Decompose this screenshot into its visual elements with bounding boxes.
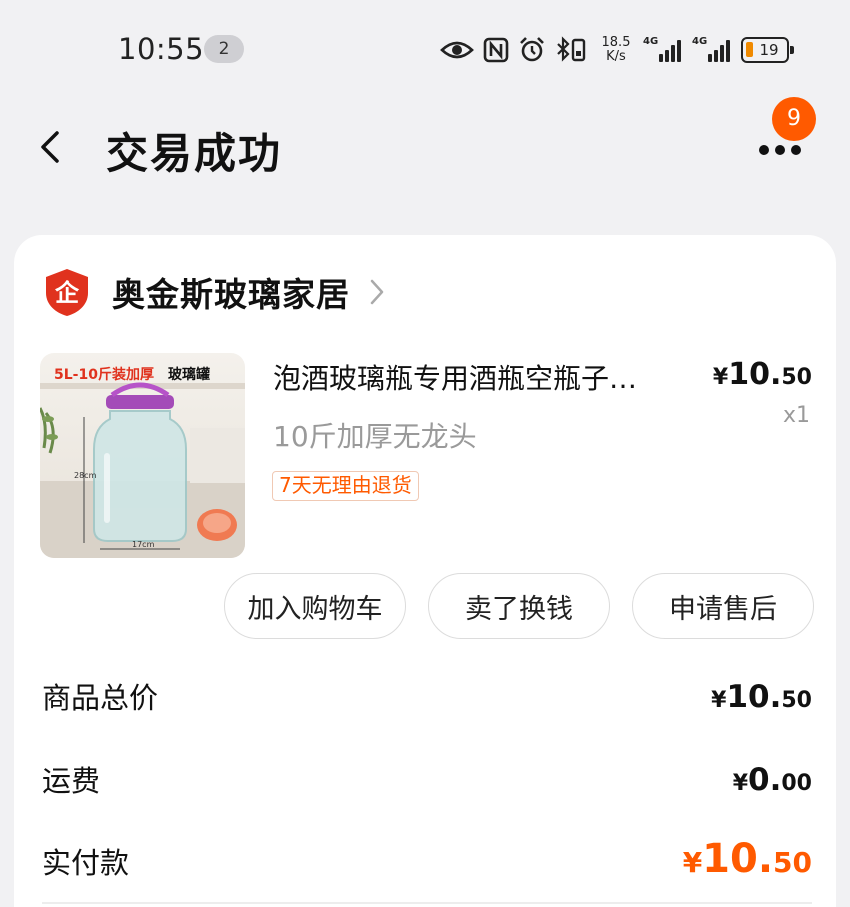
status-time: 10:55 [118, 32, 205, 66]
notification-count-badge: 2 [204, 35, 244, 63]
battery-level: 19 [759, 41, 779, 59]
svg-text:28cm: 28cm [74, 471, 97, 480]
svg-text:玻璃罐: 玻璃罐 [168, 366, 210, 383]
status-bar: 10:55 2 18.5 K/s 4G 4G 19 [0, 0, 850, 100]
after-sales-button[interactable]: 申请售后 [632, 573, 814, 639]
shipping-label: 运费 [42, 764, 101, 798]
page-title: 交易成功 [106, 129, 283, 178]
network-speed-value: 18.5 [601, 35, 631, 50]
chevron-right-icon [370, 279, 384, 305]
return-policy-tag: 7天无理由退货 [272, 471, 419, 501]
nfc-icon [483, 37, 509, 63]
product-quantity: x1 [782, 403, 810, 428]
chevron-left-icon [41, 131, 59, 163]
product-price: ¥10.50 [712, 357, 812, 392]
shipping-row: 运费 ¥0.00 [42, 758, 812, 804]
add-to-cart-button[interactable]: 加入购物车 [224, 573, 406, 639]
network-speed: 18.5 K/s [598, 36, 634, 64]
total-price-row: 商品总价 ¥10.50 [42, 675, 812, 721]
product-spec: 10斤加厚无龙头 [273, 420, 477, 453]
alarm-icon [518, 36, 546, 64]
message-count-badge: 9 [772, 97, 816, 141]
signal-icon: 4G [643, 36, 683, 64]
bluetooth-vibrate-icon [555, 36, 589, 64]
shop-name: 奥金斯玻璃家居 [112, 275, 350, 314]
status-icons: 18.5 K/s 4G 4G 19 [440, 30, 794, 70]
product-image[interactable]: 5L-10斤装加厚 玻璃罐 28cm 17cm [40, 353, 245, 558]
total-price-value: ¥10.50 [711, 679, 812, 715]
title-bar: 交易成功 [0, 100, 850, 200]
divider [42, 902, 812, 904]
order-card: 企 奥金斯玻璃家居 5L-10斤装加厚 玻璃罐 28cm 17cm 泡酒玻璃瓶专… [14, 235, 836, 907]
shop-header[interactable]: 企 奥金斯玻璃家居 [44, 265, 386, 319]
battery-icon: 19 [741, 37, 794, 63]
product-title[interactable]: 泡酒玻璃瓶专用酒瓶空瓶子… [273, 357, 703, 397]
signal-icon-2: 4G [692, 36, 732, 64]
paid-amount-label: 实付款 [42, 846, 130, 880]
svg-text:5L-10斤装加厚: 5L-10斤装加厚 [54, 366, 154, 383]
paid-amount-value: ¥10.50 [682, 836, 812, 882]
svg-text:17cm: 17cm [132, 540, 155, 549]
sell-button[interactable]: 卖了换钱 [428, 573, 610, 639]
eye-icon [440, 38, 474, 62]
shipping-value: ¥0.00 [732, 762, 812, 798]
back-button[interactable] [28, 122, 72, 172]
enterprise-shop-icon: 企 [46, 269, 88, 316]
more-dots-icon [759, 145, 769, 155]
product-image-banner: 5L-10斤装加厚 玻璃罐 [54, 366, 210, 383]
total-price-label: 商品总价 [42, 681, 159, 715]
shop-logo-char: 企 [55, 279, 80, 307]
paid-amount-row: 实付款 ¥10.50 [42, 836, 812, 896]
network-speed-unit: K/s [606, 49, 626, 64]
